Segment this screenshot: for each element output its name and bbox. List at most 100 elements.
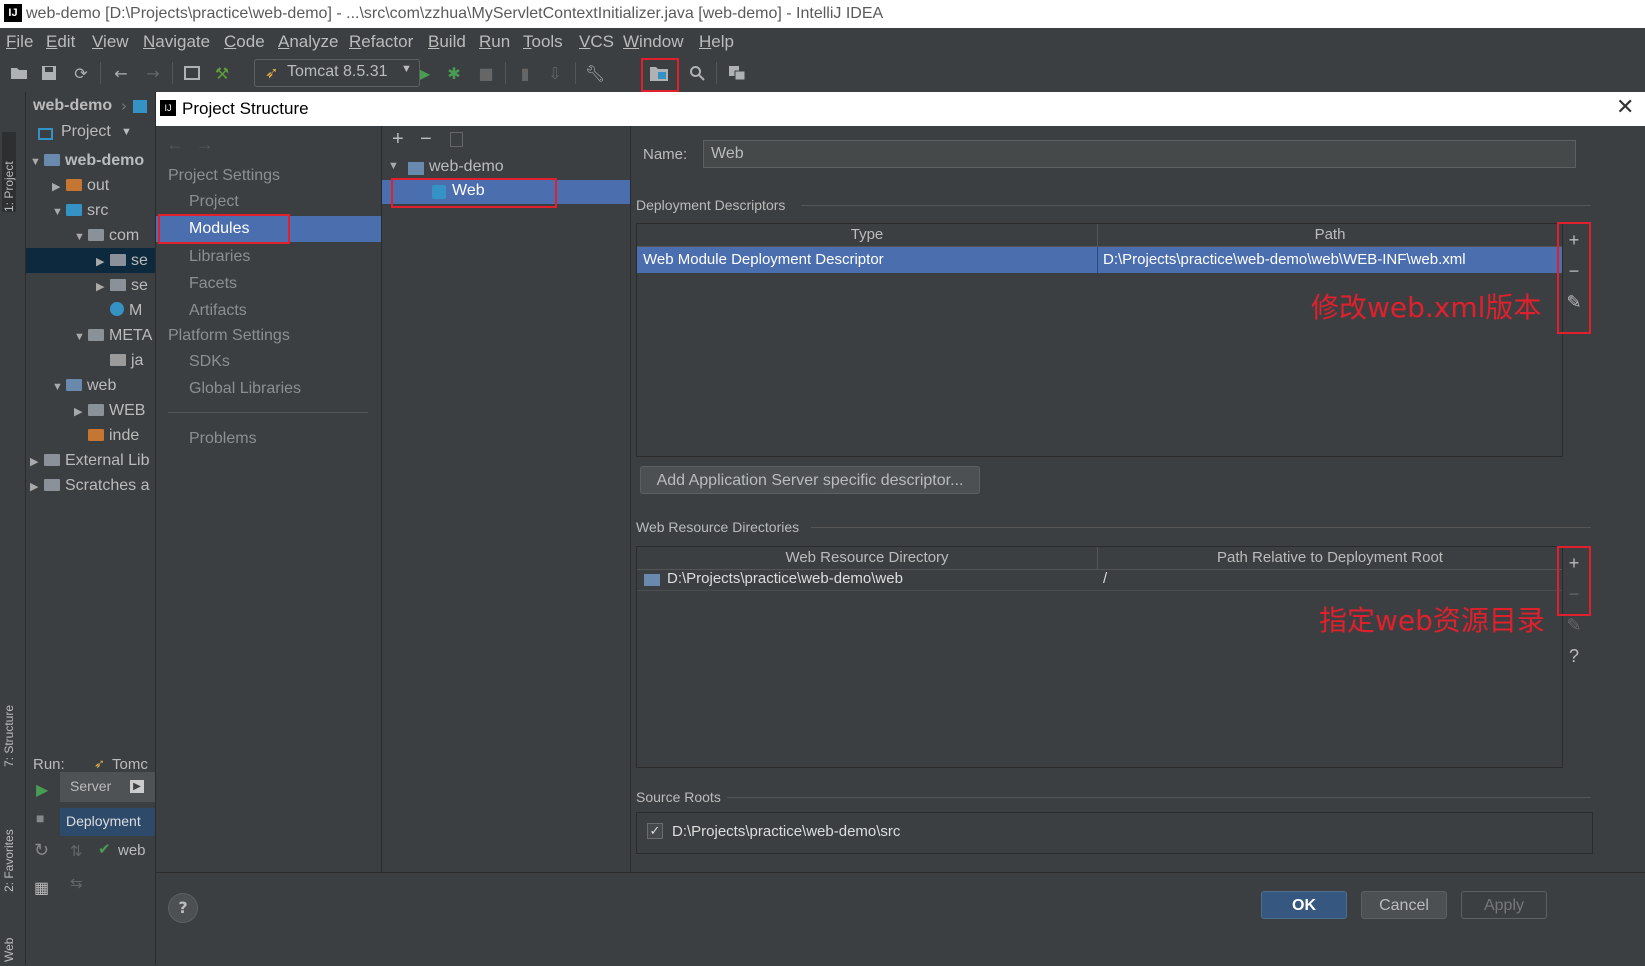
tree-item[interactable]: ja xyxy=(26,348,155,373)
menu-build[interactable]: Build xyxy=(428,32,466,52)
chevron-down-icon[interactable]: ▼ xyxy=(121,126,132,138)
menu-help[interactable]: Help xyxy=(699,32,734,52)
chevron-right-icon[interactable]: ▶ xyxy=(96,275,110,300)
help-button[interactable]: ? xyxy=(168,893,198,923)
chevron-down-icon[interactable]: ▼ xyxy=(30,150,44,175)
tree-item[interactable]: inde xyxy=(26,423,155,448)
menu-navigate[interactable]: Navigate xyxy=(143,32,210,52)
stop-icon[interactable]: ■ xyxy=(36,810,44,826)
forward-icon[interactable]: → xyxy=(142,62,164,84)
add-server-descriptor-button[interactable]: Add Application Server specific descript… xyxy=(640,466,980,494)
tree-item[interactable]: ▼ web xyxy=(26,373,155,398)
chevron-right-icon[interactable]: ▶ xyxy=(74,400,88,425)
web-resource-dir-cell[interactable]: D:\Projects\practice\web-demo\web xyxy=(667,566,1092,592)
module-web-demo[interactable]: web-demo xyxy=(429,158,504,176)
sidebar-item-facets[interactable]: Facets xyxy=(156,271,381,297)
save-all-icon[interactable] xyxy=(38,62,60,84)
run-configuration-select[interactable]: ➶ Tomcat 8.5.31 ▼ xyxy=(254,59,420,87)
tree-item[interactable]: ▼ com xyxy=(26,223,155,248)
tree-item[interactable]: M xyxy=(26,298,155,323)
menu-edit[interactable]: Edit xyxy=(46,32,75,52)
menu-refactor[interactable]: Refactor xyxy=(349,32,413,52)
tree-item[interactable]: ▶ se xyxy=(26,248,155,273)
download-icon[interactable]: ⇩ xyxy=(544,62,566,84)
tree-item[interactable]: ▼ web-demo xyxy=(26,148,155,173)
terminal-icon[interactable] xyxy=(181,62,203,84)
tree-item[interactable]: ▶ out xyxy=(26,173,155,198)
column-header-relative-path[interactable]: Path Relative to Deployment Root xyxy=(1098,547,1562,570)
menu-vcs[interactable]: VCS xyxy=(579,32,614,52)
cancel-button[interactable]: Cancel xyxy=(1361,891,1447,919)
copy-icon[interactable] xyxy=(450,132,463,147)
sidebar-item-sdks[interactable]: SDKs xyxy=(156,349,381,375)
synchronize-icon[interactable]: ⟳ xyxy=(70,62,92,84)
remove-icon[interactable]: − xyxy=(420,128,432,151)
tab-project[interactable]: 1: Project xyxy=(2,132,16,212)
chevron-down-icon[interactable]: ▼ xyxy=(74,325,88,350)
menu-view[interactable]: View xyxy=(92,32,129,52)
bookmark-icon[interactable]: ▮ xyxy=(514,62,536,84)
apply-button[interactable]: Apply xyxy=(1461,891,1547,919)
menu-analyze[interactable]: Analyze xyxy=(278,32,338,52)
column-header-path[interactable]: Path xyxy=(1098,224,1562,247)
sidebar-item-libraries[interactable]: Libraries xyxy=(156,244,381,270)
sidebar-item-problems[interactable]: Problems xyxy=(156,426,381,452)
menu-code[interactable]: Code xyxy=(224,32,265,52)
source-root-checkbox[interactable]: ✓ xyxy=(647,823,663,839)
tree-item[interactable]: ▼ META xyxy=(26,323,155,348)
column-header-type[interactable]: Type xyxy=(637,224,1098,247)
ok-button[interactable]: OK xyxy=(1261,891,1347,919)
run-tab-tomcat[interactable]: Tomc xyxy=(112,756,148,773)
back-icon[interactable]: ← xyxy=(110,62,132,84)
tree-item[interactable]: ▶ WEB xyxy=(26,398,155,423)
refresh-icon[interactable]: ↻ xyxy=(34,840,49,861)
tab-web[interactable]: Web xyxy=(2,912,16,962)
deploy-up-icon[interactable]: ⇅ xyxy=(70,842,83,860)
chevron-right-icon[interactable]: ▶ xyxy=(30,475,44,500)
close-icon[interactable]: ✕ xyxy=(1616,94,1634,120)
sidebar-item-artifacts[interactable]: Artifacts xyxy=(156,298,381,324)
relative-path-cell[interactable]: / xyxy=(1103,566,1153,592)
rerun-icon[interactable]: ▶ xyxy=(36,780,48,800)
sdk-manager-icon[interactable] xyxy=(726,62,748,84)
chevron-right-icon[interactable]: ▶ xyxy=(96,250,110,275)
tab-favorites[interactable]: 2: Favorites xyxy=(2,797,16,892)
tab-structure[interactable]: 7: Structure xyxy=(2,672,16,767)
search-icon[interactable] xyxy=(686,62,708,84)
forward-icon[interactable]: → xyxy=(196,134,214,155)
intellij-logo-icon: IJ xyxy=(160,100,176,116)
breadcrumb-project[interactable]: web-demo xyxy=(33,97,112,115)
stop-icon[interactable]: ■ xyxy=(475,62,497,84)
chevron-down-icon[interactable]: ▼ xyxy=(74,225,88,250)
source-root-path: D:\Projects\practice\web-demo\src xyxy=(672,823,901,840)
chevron-down-icon[interactable]: ▼ xyxy=(52,375,66,400)
tree-item[interactable]: ▶ External Lib xyxy=(26,448,155,473)
sidebar-item-global-libraries[interactable]: Global Libraries xyxy=(156,376,381,402)
chevron-right-icon[interactable]: ▶ xyxy=(30,450,44,475)
layout-icon[interactable]: ▦ xyxy=(34,878,49,898)
add-icon[interactable]: + xyxy=(392,128,404,151)
edit-web-resource-icon[interactable]: ✎ xyxy=(1564,615,1584,635)
settings-wrench-icon[interactable]: 🔧︎ xyxy=(584,62,606,84)
tree-item[interactable]: ▶ Scratches a xyxy=(26,473,155,498)
back-icon[interactable]: ← xyxy=(166,134,184,155)
chevron-down-icon[interactable]: ▼ xyxy=(52,200,66,225)
build-hammer-icon[interactable]: ⚒ xyxy=(211,62,233,84)
deployment-item[interactable]: web xyxy=(118,842,146,859)
open-folder-icon[interactable] xyxy=(8,62,30,84)
project-panel-title[interactable]: Project xyxy=(61,123,111,141)
name-input[interactable]: Web xyxy=(703,140,1576,168)
help-icon[interactable]: ? xyxy=(1564,646,1584,666)
menu-window[interactable]: Window xyxy=(623,32,683,52)
debug-icon[interactable]: ✱ xyxy=(443,62,465,84)
tree-item[interactable]: ▶ se xyxy=(26,273,155,298)
menu-file[interactable]: File xyxy=(6,32,33,52)
menu-tools[interactable]: Tools xyxy=(523,32,563,52)
menu-run[interactable]: Run xyxy=(479,32,510,52)
chevron-right-icon[interactable]: ▶ xyxy=(52,175,66,200)
chevron-down-icon[interactable]: ▼ xyxy=(388,160,399,172)
tree-item[interactable]: ▼ src xyxy=(26,198,155,223)
sidebar-item-project[interactable]: Project xyxy=(156,189,381,215)
console-icon[interactable]: ▶ xyxy=(130,780,144,793)
deploy-swap-icon[interactable]: ⇆ xyxy=(70,874,83,892)
